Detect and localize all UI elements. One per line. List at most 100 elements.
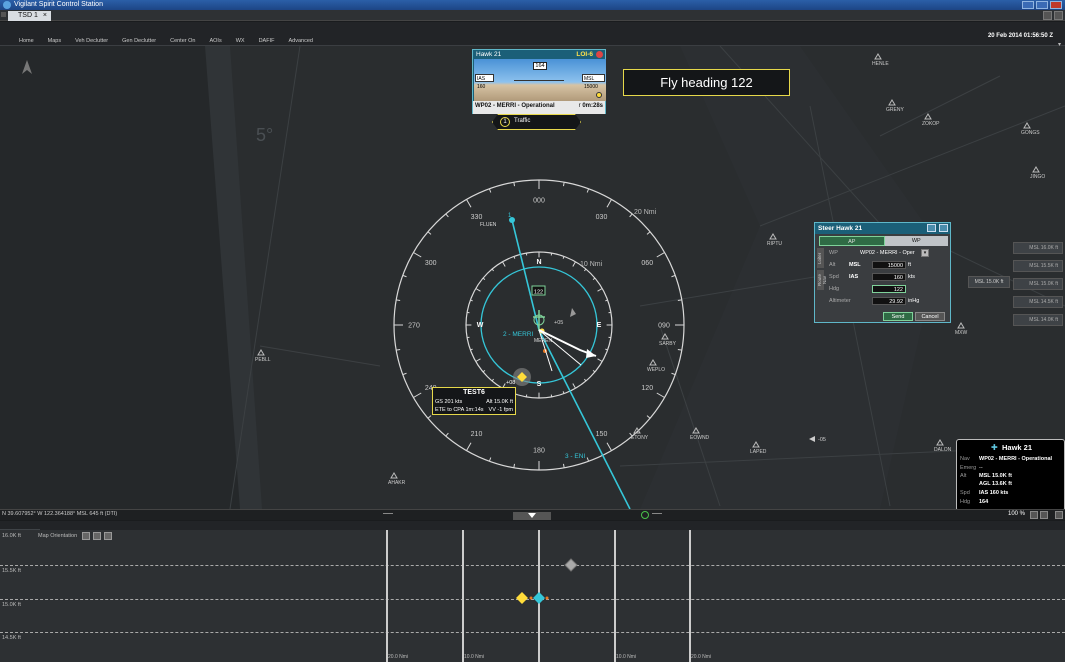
intruder-profile-icon[interactable] (516, 592, 528, 604)
menu-bar: Home Maps Veh Declutter Gen Declutter Center… (0, 22, 1065, 48)
spd-mode: IAS (849, 274, 859, 280)
close-tab-icon[interactable]: × (43, 12, 47, 19)
side-tab-loiter[interactable]: Loiter (817, 248, 824, 268)
steer-pin-button[interactable] (927, 224, 936, 232)
menu-item-dafif[interactable]: DAFIF (252, 38, 282, 44)
menu-item-aois[interactable]: AOIs (202, 38, 228, 44)
cardinal-n: N (536, 259, 541, 266)
layout-icon[interactable] (1043, 11, 1052, 20)
traffic-alert[interactable]: 1 Traffic (492, 114, 581, 130)
fix-icon[interactable] (957, 322, 965, 329)
zoom-level[interactable]: 100 % (1008, 511, 1025, 517)
path-dot (529, 596, 533, 600)
grid-icon[interactable] (1054, 11, 1063, 20)
compass-tick (475, 288, 481, 292)
zoom-dropdown[interactable] (1030, 511, 1038, 519)
compass-label: 300 (425, 260, 437, 267)
altitude-preset-button[interactable]: MSL 15.5K ft (1013, 260, 1063, 272)
menu-item-wx[interactable]: WX (229, 38, 252, 44)
traffic-profile-icon[interactable] (564, 558, 578, 572)
fix-label: LAPED (750, 449, 767, 455)
fix-icon[interactable] (924, 113, 932, 120)
nav-value: WP02 - MERRI - Operational (979, 456, 1053, 462)
fit-icon[interactable] (1040, 511, 1048, 519)
compass-label: 150 (596, 431, 608, 438)
cancel-button[interactable]: Cancel (915, 312, 945, 321)
altitude-preset-button[interactable]: MSL 14.5K ft (1013, 296, 1063, 308)
video-ias: IAS 160 (475, 74, 494, 90)
fix-icon[interactable] (390, 472, 398, 479)
wp-select[interactable]: WP02 - MERRI - Oper (858, 249, 920, 257)
fix-icon[interactable] (649, 359, 657, 366)
hdg-input[interactable]: 122 (872, 285, 906, 293)
compass-tick (671, 274, 676, 278)
menu-item-advanced[interactable]: Advanced (281, 38, 319, 44)
compass-tick (606, 442, 612, 451)
path-dot (545, 596, 549, 600)
compass-label: 060 (641, 260, 653, 267)
video-close-button[interactable] (596, 51, 603, 58)
compass-tick (445, 213, 449, 218)
maximize-button[interactable] (1036, 1, 1048, 9)
video-window[interactable]: Hawk 21 LOI-6 164 IAS 160 MSL 15000 WP02… (472, 49, 606, 114)
track-vertical: -05 (818, 437, 826, 443)
chevron-down-icon[interactable]: ▾ (921, 249, 929, 257)
compass-tick (402, 274, 407, 278)
vehicle-info-panel[interactable]: ✚ Hawk 21 Nav WP02 - MERRI - Operational… (956, 439, 1065, 509)
fix-icon[interactable] (1032, 166, 1040, 173)
panel-toggle-button[interactable] (513, 512, 551, 520)
alt-input[interactable]: 15000 (872, 261, 906, 269)
divider (383, 513, 393, 514)
fix-icon[interactable] (257, 349, 265, 356)
compass-tick (466, 199, 472, 208)
menu-item-gen-declutter[interactable]: Gen Declutter (115, 38, 163, 44)
range-label-outer: 20 Nmi (634, 209, 657, 216)
tab-wp[interactable]: WP (884, 236, 948, 246)
spd-value: IAS 160 kts (979, 490, 1009, 496)
menu-item-veh-declutter[interactable]: Veh Declutter (68, 38, 115, 44)
steer-panel[interactable]: Steer Hawk 21 AP WP Loiter Route Nav WP … (814, 222, 951, 323)
altimeter-input[interactable]: 29.92 (872, 297, 906, 305)
altitude-preset-button[interactable]: MSL 15.0K ft (1013, 278, 1063, 290)
window-title: Vigilant Spirit Control Station (14, 1, 103, 8)
minimize-button[interactable] (1022, 1, 1034, 9)
fix-label: MXW (955, 330, 968, 336)
altitude-preset-button[interactable]: MSL 16.0K ft (1013, 242, 1063, 254)
traffic-aircraft-icon[interactable] (570, 308, 576, 317)
side-tab-route-nav[interactable]: Route Nav (817, 270, 827, 290)
spd-input[interactable]: 160 (872, 273, 906, 281)
compass-tick (677, 348, 682, 351)
tab-tsd-1[interactable]: TSD 1 × (8, 11, 51, 21)
tactical-map[interactable]: 5° 000 030 060 090 120 150 180 210 240 270 300 330 … (0, 46, 1065, 509)
menu-item-home[interactable]: Home (12, 38, 41, 44)
vertical-profile[interactable]: 16.0K ft Map Orientation 15.5K ft 15.0K … (0, 530, 1065, 662)
tab-label: TSD 1 (18, 12, 38, 19)
menu-item-maps[interactable]: Maps (41, 38, 68, 44)
fix-icon[interactable] (936, 439, 944, 446)
altitude-preset-button[interactable]: MSL 14.0K ft (1013, 314, 1063, 326)
ownship-profile-icon[interactable] (533, 592, 545, 604)
app-window: Vigilant Spirit Control Station TSD 1 × H… (0, 0, 1065, 662)
fix-label: WEPLO (647, 367, 665, 373)
steer-close-button[interactable] (939, 224, 948, 232)
fix-icon[interactable] (1023, 122, 1031, 129)
fix-icon[interactable] (888, 99, 896, 106)
map-status-bar: N 39.607952° W 122.364188° MSL 645 ft (D… (0, 509, 1065, 520)
msl-current[interactable]: MSL 15.0K ft (968, 276, 1010, 288)
settings-icon[interactable] (1055, 511, 1063, 519)
close-window-button[interactable] (1050, 1, 1062, 9)
waypoint-3-label: 3 - ENI (565, 453, 585, 460)
track-label-panel[interactable]: TEST6 GS 201 kts Alt 15.0K ft ETE to CPA… (432, 387, 516, 415)
altimeter-unit: inHg (908, 298, 920, 304)
send-button[interactable]: Send (883, 312, 913, 321)
link-status-icon (641, 511, 649, 519)
video-heading: 164 (533, 62, 547, 70)
compass-tick (597, 288, 603, 292)
chevron-down-icon (528, 513, 536, 518)
compass-tick (592, 369, 596, 373)
fix-icon[interactable] (874, 53, 882, 60)
heading-value: 122 (534, 290, 543, 296)
hdg-label: Hdg (960, 499, 971, 505)
menu-item-center-on[interactable]: Center On (163, 38, 202, 44)
tab-ap[interactable]: AP (819, 236, 885, 246)
